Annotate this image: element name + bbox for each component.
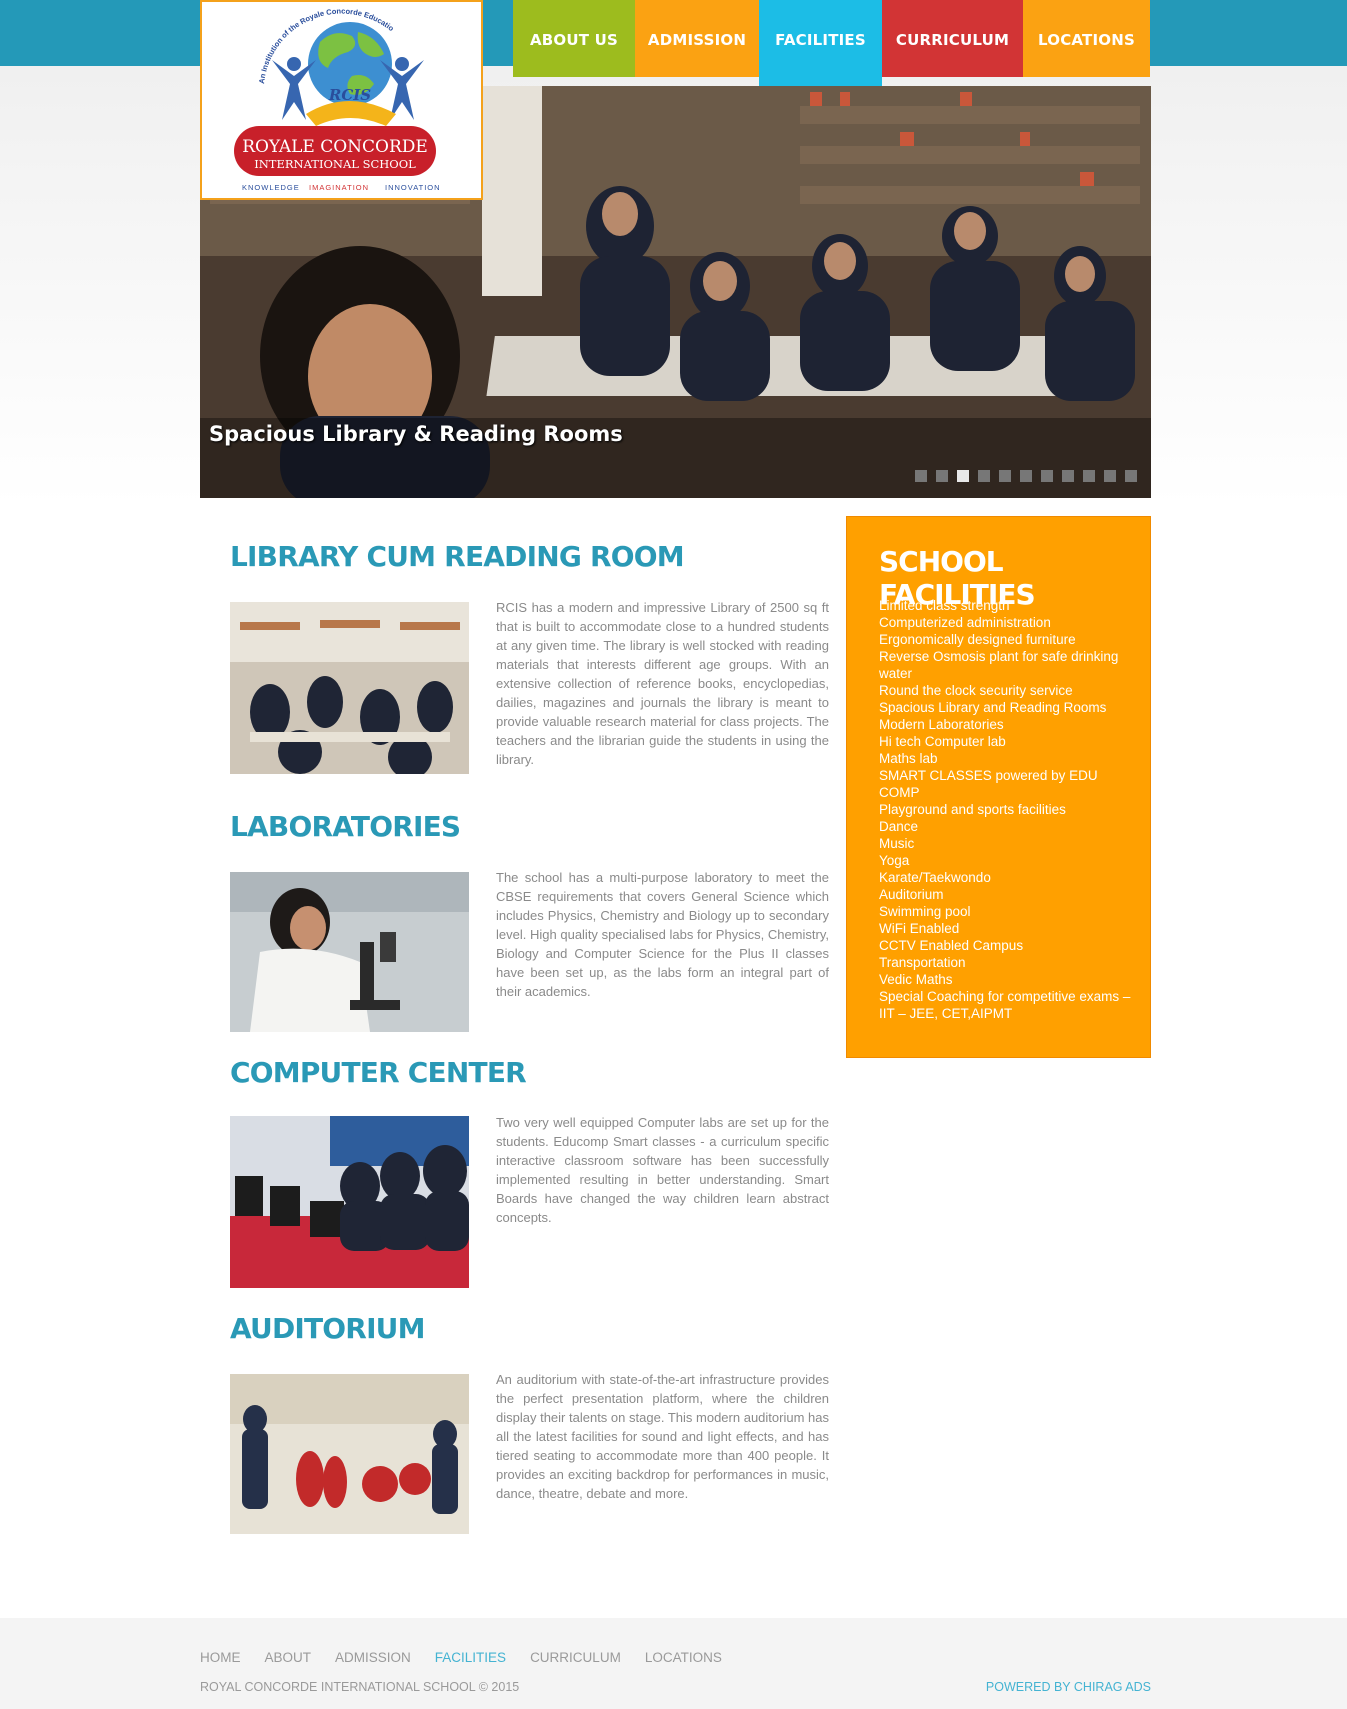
- facility-item: Swimming pool: [879, 904, 971, 919]
- laboratory-thumbnail: [230, 872, 469, 1032]
- logo-monogram: RCIS: [328, 86, 371, 104]
- logo-tagline-imagination: IMAGINATION: [309, 183, 369, 192]
- section-title: LIBRARY CUM READING ROOM: [230, 540, 685, 573]
- slider-dot[interactable]: [936, 470, 948, 482]
- facility-item: CCTV Enabled Campus: [879, 938, 1024, 953]
- slider-dot[interactable]: [915, 470, 927, 482]
- footer-link-curriculum[interactable]: CURRICULUM: [530, 1650, 621, 1665]
- logo-tagline-innovation: INNOVATION: [385, 183, 441, 192]
- footer-link-home[interactable]: HOME: [200, 1650, 241, 1665]
- logo-subtitle: INTERNATIONAL SCHOOL: [254, 157, 416, 171]
- copyright-text: ROYAL CONCORDE INTERNATIONAL SCHOOL © 20…: [200, 1680, 520, 1694]
- section-text: An auditorium with state-of-the-art infr…: [496, 1372, 829, 1501]
- footer-nav: HOME ABOUT ADMISSION FACILITIES CURRICUL…: [200, 1650, 746, 1665]
- facility-item: Limited class strength: [879, 598, 1010, 613]
- nav-curriculum[interactable]: CURRICULUM: [882, 0, 1023, 77]
- facility-item: Dance: [879, 819, 919, 834]
- logo-emblem-icon: An Institution of the Royale Concorde Ed…: [202, 2, 441, 192]
- facility-item: Yoga: [879, 853, 910, 868]
- nav-facilities[interactable]: FACILITIES: [759, 0, 882, 86]
- facility-item: Reverse Osmosis plant for safe drinking …: [879, 649, 1119, 681]
- facility-item: Music: [879, 836, 915, 851]
- facility-item: Spacious Library and Reading Rooms: [879, 700, 1107, 715]
- facility-item: SMART CLASSES powered by EDU COMP: [879, 768, 1098, 800]
- footer-link-facilities[interactable]: FACILITIES: [435, 1650, 506, 1665]
- facility-item: Playground and sports facilities: [879, 802, 1066, 817]
- slider-dot[interactable]: [1041, 470, 1053, 482]
- slider-dot[interactable]: [1104, 470, 1116, 482]
- section-text: The school has a multi-purpose laborator…: [496, 870, 829, 999]
- facility-item: Modern Laboratories: [879, 717, 1004, 732]
- nav-locations[interactable]: LOCATIONS: [1023, 0, 1150, 77]
- facilities-list: Limited class strength Computerized admi…: [879, 597, 1134, 1022]
- slider-dot[interactable]: [978, 470, 990, 482]
- facility-item: Hi tech Computer lab: [879, 734, 1006, 749]
- slider-dot[interactable]: [1062, 470, 1074, 482]
- auditorium-thumbnail: [230, 1374, 469, 1534]
- slider-dot[interactable]: [999, 470, 1011, 482]
- facility-item: Transportation: [879, 955, 966, 970]
- section-text: Two very well equipped Computer labs are…: [496, 1115, 829, 1225]
- nav-about-us[interactable]: ABOUT US: [513, 0, 635, 77]
- facility-item: Ergonomically designed furniture: [879, 632, 1076, 647]
- powered-by-link[interactable]: POWERED BY CHIRAG ADS: [986, 1680, 1151, 1694]
- slider-dot[interactable]: [1020, 470, 1032, 482]
- facility-item: Auditorium: [879, 887, 944, 902]
- footer-link-locations[interactable]: LOCATIONS: [645, 1650, 722, 1665]
- section-title: AUDITORIUM: [230, 1312, 425, 1345]
- section-title: LABORATORIES: [230, 810, 461, 843]
- section-text: RCIS has a modern and impressive Library…: [496, 600, 829, 767]
- facility-item: Computerized administration: [879, 615, 1051, 630]
- computer-center-thumbnail: [230, 1116, 469, 1288]
- logo-tagline-knowledge: KNOWLEDGE: [242, 183, 300, 192]
- facility-item: Karate/Taekwondo: [879, 870, 991, 885]
- slider-dot[interactable]: [1125, 470, 1137, 482]
- slide-caption: Spacious Library & Reading Rooms: [209, 422, 623, 446]
- facility-item: Maths lab: [879, 751, 938, 766]
- library-thumbnail: [230, 602, 469, 774]
- slider-dot-active[interactable]: [957, 470, 969, 482]
- footer: HOME ABOUT ADMISSION FACILITIES CURRICUL…: [0, 1618, 1347, 1709]
- slider-pagination: [915, 470, 1137, 482]
- footer-link-about[interactable]: ABOUT: [265, 1650, 312, 1665]
- footer-link-admission[interactable]: ADMISSION: [335, 1650, 411, 1665]
- school-facilities-panel: SCHOOL FACILITIES Limited class strength…: [846, 516, 1151, 1058]
- facility-item: Vedic Maths: [879, 972, 953, 987]
- section-title: COMPUTER CENTER: [230, 1056, 527, 1089]
- slider-dot[interactable]: [1083, 470, 1095, 482]
- facility-item: Round the clock security service: [879, 683, 1073, 698]
- facility-item: Special Coaching for competitive exams –…: [879, 989, 1131, 1021]
- logo-title: ROYALE CONCORDE: [242, 137, 428, 157]
- school-logo[interactable]: An Institution of the Royale Concorde Ed…: [200, 0, 483, 200]
- facility-item: WiFi Enabled: [879, 921, 960, 936]
- nav-admission[interactable]: ADMISSION: [635, 0, 759, 77]
